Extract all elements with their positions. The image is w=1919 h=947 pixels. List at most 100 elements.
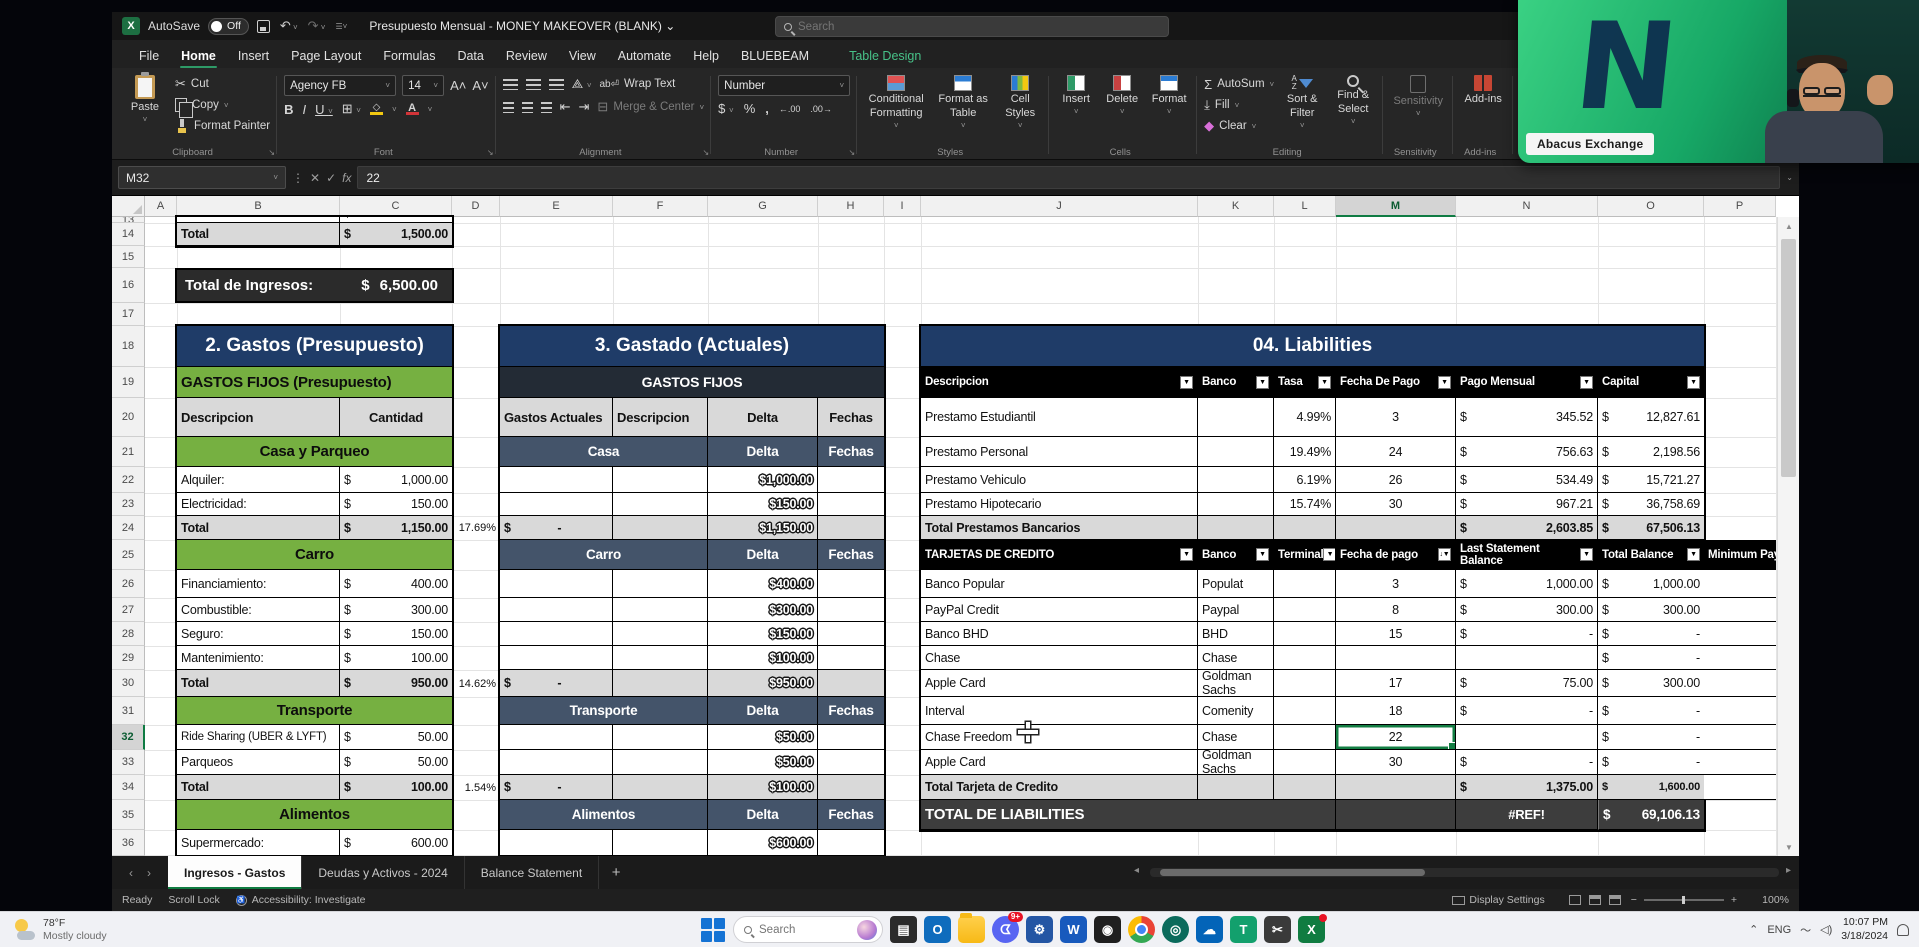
row-header[interactable]: 23: [112, 493, 145, 516]
cell-total-capital[interactable]: $67,506.13: [1598, 516, 1704, 540]
category-band[interactable]: Casa: [500, 437, 708, 467]
cell-desc[interactable]: Banco Popular: [921, 570, 1198, 598]
delta-percent[interactable]: 1.54%: [452, 775, 498, 800]
cell-total-balance[interactable]: $1,600.00: [1598, 775, 1704, 800]
menu-automate[interactable]: Automate: [607, 44, 683, 68]
menu-formulas[interactable]: Formulas: [372, 44, 446, 68]
cell-fecha[interactable]: 30: [1336, 750, 1456, 775]
clock[interactable]: 10:07 PM3/18/2024: [1841, 916, 1888, 942]
col-header[interactable]: Banco▼: [1198, 540, 1274, 570]
cell-total-pago[interactable]: $2,603.85: [1456, 516, 1598, 540]
cell-fecha[interactable]: [1336, 646, 1456, 670]
clipboard-dialog-launcher-icon[interactable]: ↘: [268, 148, 275, 157]
column-header[interactable]: J: [921, 196, 1198, 217]
format-cells-button[interactable]: Format˅: [1148, 73, 1190, 116]
row-header[interactable]: 15: [112, 246, 145, 268]
sort-filter-button[interactable]: AZSort &Filter˅: [1280, 73, 1324, 130]
cell-fecha[interactable]: 17: [1336, 670, 1456, 697]
cell-delta[interactable]: $50.00: [708, 750, 818, 775]
vertical-scroll-thumb[interactable]: [1781, 239, 1796, 477]
cell-desc[interactable]: Apple Card: [921, 670, 1198, 697]
titlebar-search[interactable]: [775, 16, 1169, 37]
word-app-icon[interactable]: W: [1060, 916, 1087, 943]
cell-lsb[interactable]: $-: [1456, 622, 1598, 646]
notepad-app-icon[interactable]: ▤: [890, 916, 917, 943]
column-header[interactable]: L: [1274, 196, 1336, 217]
name-box[interactable]: M32˅: [118, 166, 286, 189]
cell-total-amount[interactable]: $100.00: [340, 775, 452, 800]
cell-lsb[interactable]: [1456, 646, 1598, 670]
cell-banco[interactable]: Chase: [1198, 725, 1274, 750]
find-select-button[interactable]: Find &Select˅: [1330, 73, 1376, 126]
accounting-format-icon[interactable]: $ ˅: [718, 101, 734, 116]
col-header[interactable]: Pago Mensual▼: [1456, 367, 1598, 398]
format-as-table-button[interactable]: Format asTable˅: [934, 73, 992, 130]
cell-pago[interactable]: $534.49: [1456, 467, 1598, 493]
table-title[interactable]: 3. Gastado (Actuales): [500, 326, 884, 367]
increase-indent-icon[interactable]: ⇥: [579, 99, 590, 115]
cell-banco[interactable]: Chase: [1198, 646, 1274, 670]
column-header[interactable]: F: [613, 196, 708, 217]
column-header[interactable]: A: [145, 196, 177, 217]
cell-capital[interactable]: $36,758.69: [1598, 493, 1704, 516]
cell-total-balance[interactable]: $-: [1598, 622, 1704, 646]
row-header[interactable]: 26: [112, 570, 145, 598]
cell-amount[interactable]: $400.00: [340, 570, 452, 598]
row-header[interactable]: 14: [112, 223, 145, 246]
cell-delta[interactable]: $50.00: [708, 725, 818, 750]
cell-fecha[interactable]: 18: [1336, 697, 1456, 725]
conditional-formatting-button[interactable]: ConditionalFormatting˅: [864, 73, 928, 130]
col-header[interactable]: Banco▼: [1198, 367, 1274, 398]
row-header[interactable]: 24: [112, 516, 145, 540]
zoom-slider-thumb[interactable]: [1682, 896, 1685, 904]
delta-percent[interactable]: 14.62%: [452, 670, 498, 697]
cell-amount[interactable]: $1,500.00: [340, 223, 452, 246]
filter-icon[interactable]: ▼: [1687, 548, 1700, 561]
cell-total-balance[interactable]: $1,000.00: [1598, 570, 1704, 598]
borders-icon[interactable]: ⊞ ˅: [342, 101, 361, 117]
table-title[interactable]: 2. Gastos (Presupuesto): [177, 326, 452, 367]
cell-total-balance[interactable]: $-: [1598, 725, 1704, 750]
row-header[interactable]: 28: [112, 622, 145, 646]
col-header-descripcion[interactable]: Descripcion: [177, 398, 340, 437]
align-middle-icon[interactable]: [526, 79, 541, 90]
cell-tasa[interactable]: 6.19%: [1274, 467, 1336, 493]
cell-fecha[interactable]: 30: [1336, 493, 1456, 516]
increase-decimal-icon[interactable]: ←.00: [779, 104, 801, 114]
col-header[interactable]: Descripcion▼: [921, 367, 1198, 398]
cell-actual-total[interactable]: $-: [500, 670, 613, 697]
cell-desc[interactable]: Ride Sharing (UBER & LYFT): [177, 725, 340, 750]
cell-actual-total[interactable]: $-: [500, 516, 613, 540]
page-layout-view-icon[interactable]: [1589, 895, 1601, 905]
cell-lsb[interactable]: [1456, 725, 1598, 750]
outlook-app-icon[interactable]: O: [924, 916, 951, 943]
horizontal-scroll-thumb[interactable]: [1160, 869, 1425, 876]
menu-insert[interactable]: Insert: [227, 44, 280, 68]
category-band[interactable]: Carro: [177, 540, 452, 570]
vertical-scrollbar[interactable]: ▲ ▼: [1777, 217, 1799, 856]
cell-desc[interactable]: Electricidad:: [177, 493, 340, 516]
cell-total-lsb[interactable]: $1,375.00: [1456, 775, 1598, 800]
obs-app-icon[interactable]: ◎: [1162, 916, 1189, 943]
tray-expand-icon[interactable]: ⌃: [1749, 923, 1758, 936]
category-band[interactable]: Alimentos: [500, 800, 708, 830]
filter-icon[interactable]: ▼: [1256, 548, 1269, 561]
start-button[interactable]: [700, 917, 726, 943]
fill-color-icon[interactable]: ◇: [370, 103, 383, 115]
excel-taskbar-icon[interactable]: X: [1298, 916, 1325, 943]
filter-icon[interactable]: ▼: [1180, 548, 1193, 561]
wifi-icon[interactable]: 〜: [1800, 922, 1811, 938]
cell-desc[interactable]: Prestamo Estudiantil: [921, 398, 1198, 437]
cell-desc[interactable]: Prestamo Personal: [921, 437, 1198, 467]
cell-fecha[interactable]: 26: [1336, 467, 1456, 493]
cell-desc[interactable]: Banco BHD: [921, 622, 1198, 646]
confirm-entry-icon[interactable]: ✓: [326, 171, 336, 185]
menu-file[interactable]: File: [128, 44, 170, 68]
cell-tasa[interactable]: 4.99%: [1274, 398, 1336, 437]
cell-lsb[interactable]: $300.00: [1456, 598, 1598, 622]
grand-total-label[interactable]: TOTAL DE LIABILITIES: [921, 800, 1336, 830]
zoom-slider[interactable]: −+: [1631, 894, 1737, 906]
number-dialog-launcher-icon[interactable]: ↘: [848, 148, 855, 157]
fill-button[interactable]: ⤓Fill ˅: [1204, 96, 1274, 114]
align-left-icon[interactable]: [503, 102, 514, 113]
